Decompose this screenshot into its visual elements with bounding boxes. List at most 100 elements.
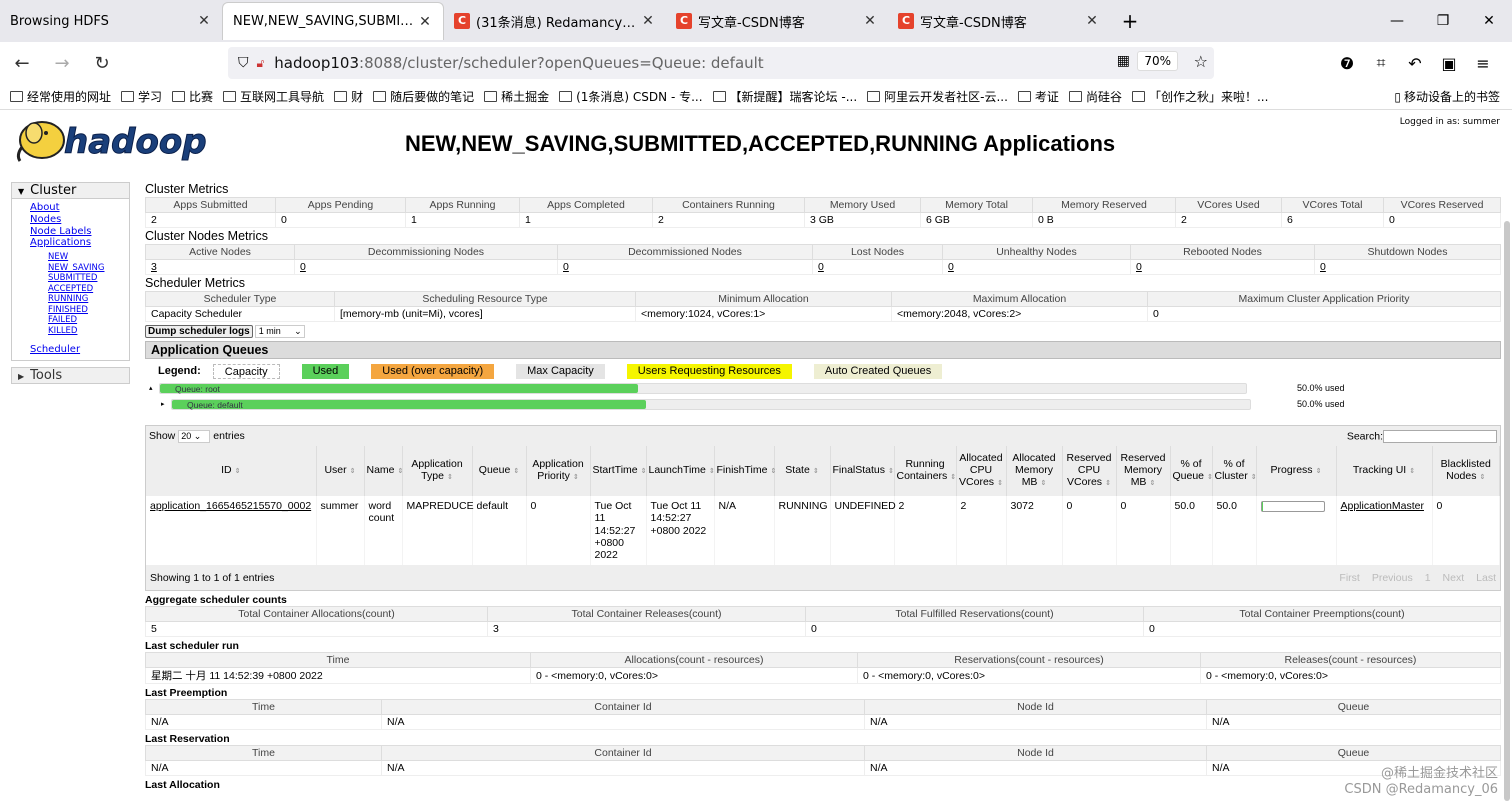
close-icon[interactable]: ✕ bbox=[196, 13, 212, 29]
table-link[interactable]: 0 bbox=[1320, 261, 1326, 273]
nav-state-submitted[interactable]: SUBMITTED bbox=[30, 273, 129, 284]
dump-interval-select[interactable]: 1 min ⌄ bbox=[254, 325, 305, 338]
column-header[interactable]: Reserved Memory MB ⇕ bbox=[1116, 446, 1171, 496]
close-icon[interactable]: ✕ bbox=[862, 13, 878, 29]
restore-icon[interactable]: ❐ bbox=[1420, 0, 1466, 42]
bookmark-item[interactable]: 阿里云开发者社区-云... bbox=[867, 88, 1008, 105]
bookmark-item[interactable]: 尚硅谷 bbox=[1068, 88, 1122, 105]
nav-state-new[interactable]: NEW bbox=[30, 252, 129, 263]
column-header[interactable]: Reserved CPU VCores ⇕ bbox=[1062, 446, 1117, 496]
column-header[interactable]: Blacklisted Nodes ⇕ bbox=[1432, 446, 1500, 496]
address-bar[interactable]: ⛉ 🔓︎ hadoop103:8088/cluster/scheduler?op… bbox=[228, 47, 1214, 79]
nav-link-scheduler[interactable]: Scheduler bbox=[30, 344, 129, 356]
nav-link-nodes[interactable]: Nodes bbox=[30, 214, 129, 226]
minimize-icon[interactable]: — bbox=[1374, 0, 1420, 42]
queue-row[interactable]: ▴ Queue: root 50.0% used bbox=[145, 383, 1501, 399]
pager-first[interactable]: First bbox=[1339, 572, 1359, 584]
column-header[interactable]: FinishTime ⇕ bbox=[714, 446, 776, 496]
lock-slash-icon[interactable]: 🔓︎ bbox=[257, 56, 265, 71]
bookmark-item[interactable]: 【新提醒】瑞客论坛 -... bbox=[712, 88, 857, 105]
tab-csdn-messages[interactable]: C (31条消息) Redamancy_06的博✕ bbox=[444, 0, 666, 42]
profile-avatar[interactable]: ▣ bbox=[1432, 54, 1466, 73]
table-link[interactable]: 0 bbox=[1136, 261, 1142, 273]
bookmark-item[interactable]: (1条消息) CSDN - 专... bbox=[559, 88, 703, 105]
nav-state-running[interactable]: RUNNING bbox=[30, 294, 129, 305]
screenshot-icon[interactable]: ⌗ bbox=[1364, 53, 1398, 73]
column-header[interactable]: Application Priority ⇕ bbox=[526, 446, 591, 496]
close-icon[interactable]: ✕ bbox=[640, 13, 656, 29]
undo-icon[interactable]: ↶ bbox=[1398, 54, 1432, 73]
table-link[interactable]: 0 bbox=[948, 261, 954, 273]
nav-link-node-labels[interactable]: Node Labels bbox=[30, 226, 129, 238]
triangle-icon[interactable]: ▸ bbox=[161, 400, 165, 408]
tab-applications[interactable]: NEW,NEW_SAVING,SUBMITTED,A✕ bbox=[222, 2, 444, 40]
table-link[interactable]: 0 bbox=[818, 261, 824, 273]
close-window-icon[interactable]: ✕ bbox=[1466, 0, 1512, 42]
queue-bar[interactable]: Queue: default bbox=[171, 399, 1251, 410]
column-header[interactable]: StartTime ⇕ bbox=[590, 446, 647, 496]
tracking-ui-link[interactable]: ApplicationMaster bbox=[1341, 500, 1424, 512]
bookmark-item[interactable]: 财 bbox=[334, 88, 363, 105]
pager-last[interactable]: Last bbox=[1476, 572, 1496, 584]
table-link[interactable]: 0 bbox=[300, 261, 306, 273]
column-header[interactable]: FinalStatus ⇕ bbox=[830, 446, 895, 496]
queue-row[interactable]: ▸ Queue: default 50.0% used bbox=[145, 399, 1501, 415]
extension-icon[interactable]: ❼ bbox=[1330, 54, 1364, 73]
search-input[interactable] bbox=[1383, 429, 1497, 443]
nav-tools-header[interactable]: ▶ Tools bbox=[11, 366, 130, 384]
application-id-link[interactable]: application_1665465215570_0002 bbox=[150, 500, 311, 512]
application-queues-header[interactable]: Application Queues bbox=[145, 341, 1501, 359]
bookmark-item[interactable]: 比赛 bbox=[172, 88, 213, 105]
forward-icon[interactable]: → bbox=[44, 53, 80, 74]
back-icon[interactable]: ← bbox=[4, 53, 40, 74]
triangle-icon[interactable]: ▴ bbox=[149, 384, 153, 392]
queue-bar[interactable]: Queue: root bbox=[159, 383, 1247, 394]
column-header[interactable]: ID ⇕ bbox=[146, 446, 317, 496]
nav-state-killed[interactable]: KILLED bbox=[30, 326, 129, 337]
dump-scheduler-logs-button[interactable]: Dump scheduler logs bbox=[145, 325, 253, 338]
pager-previous[interactable]: Previous bbox=[1372, 572, 1413, 584]
tab-csdn-write-2[interactable]: C 写文章-CSDN博客 ✕ bbox=[888, 0, 1110, 42]
column-header[interactable]: Progress ⇕ bbox=[1256, 446, 1337, 496]
bookmark-item[interactable]: 「创作之秋」来啦！... bbox=[1131, 88, 1268, 105]
bookmark-item[interactable]: 互联网工具导航 bbox=[223, 88, 324, 105]
pager-next[interactable]: Next bbox=[1443, 572, 1465, 584]
zoom-level[interactable]: 70% bbox=[1137, 51, 1178, 71]
nav-state-new-saving[interactable]: NEW_SAVING bbox=[30, 263, 129, 274]
nav-cluster-header[interactable]: ▼ Cluster bbox=[11, 182, 130, 199]
entries-select[interactable]: 20 ⌄ bbox=[178, 429, 211, 443]
column-header[interactable]: Application Type ⇕ bbox=[402, 446, 473, 496]
column-header[interactable]: Name ⇕ bbox=[364, 446, 403, 496]
bookmark-item[interactable]: 考证 bbox=[1017, 88, 1059, 105]
qr-code-icon[interactable]: ▦ bbox=[1117, 53, 1130, 69]
column-header[interactable]: LaunchTime ⇕ bbox=[646, 446, 715, 496]
bookmark-item[interactable]: 稀土掘金 bbox=[484, 88, 549, 105]
star-icon[interactable]: ☆ bbox=[1194, 52, 1208, 71]
nav-state-accepted[interactable]: ACCEPTED bbox=[30, 284, 129, 295]
close-icon[interactable]: ✕ bbox=[1084, 13, 1100, 29]
close-icon[interactable]: ✕ bbox=[417, 14, 433, 30]
column-header[interactable]: % of Queue ⇕ bbox=[1170, 446, 1213, 496]
bookmark-mobile[interactable]: ▯ 移动设备上的书签 bbox=[1394, 88, 1500, 105]
column-header[interactable]: Running Containers ⇕ bbox=[894, 446, 957, 496]
table-link[interactable]: 0 bbox=[563, 261, 569, 273]
page-scrollbar[interactable] bbox=[1504, 221, 1510, 801]
tab-browsing-hdfs[interactable]: Browsing HDFS ✕ bbox=[0, 0, 222, 42]
column-header[interactable]: Queue ⇕ bbox=[472, 446, 527, 496]
bookmark-item[interactable]: 经常使用的网址 bbox=[10, 88, 111, 105]
column-header[interactable]: State ⇕ bbox=[774, 446, 831, 496]
column-header[interactable]: % of Cluster ⇕ bbox=[1212, 446, 1257, 496]
reload-icon[interactable]: ↻ bbox=[84, 53, 120, 74]
column-header[interactable]: User ⇕ bbox=[316, 446, 365, 496]
bookmark-item[interactable]: 学习 bbox=[121, 88, 162, 105]
new-tab-button[interactable]: + bbox=[1110, 0, 1150, 42]
nav-state-failed[interactable]: FAILED bbox=[30, 315, 129, 326]
nav-state-finished[interactable]: FINISHED bbox=[30, 305, 129, 316]
pager-1[interactable]: 1 bbox=[1425, 572, 1431, 584]
nav-link-about[interactable]: About bbox=[30, 202, 129, 214]
bookmark-item[interactable]: 随后要做的笔记 bbox=[373, 88, 474, 105]
column-header[interactable]: Allocated CPU VCores ⇕ bbox=[956, 446, 1007, 496]
shield-icon[interactable]: ⛉ bbox=[238, 55, 249, 71]
nav-link-applications[interactable]: Applications bbox=[30, 237, 129, 249]
column-header[interactable]: Tracking UI ⇕ bbox=[1336, 446, 1433, 496]
